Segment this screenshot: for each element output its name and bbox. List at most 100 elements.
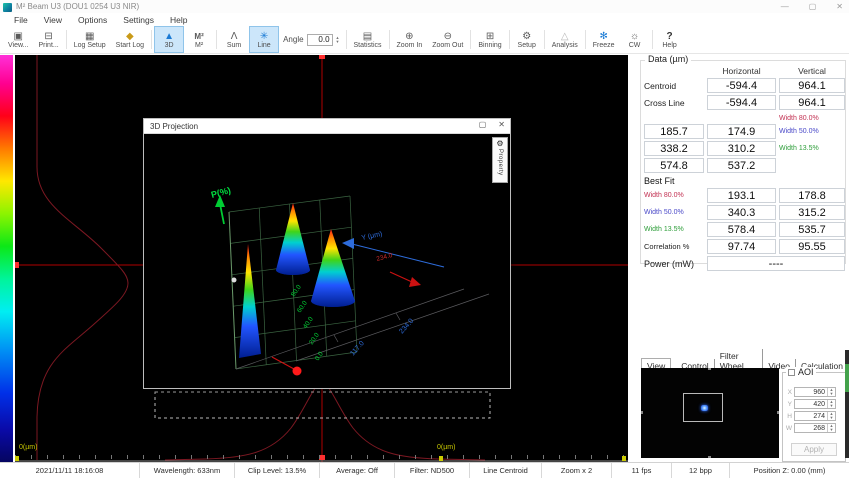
status-bar: 2021/11/11 18:16:08 Wavelength: 633nm Cl… xyxy=(0,462,849,478)
width-50-horizontal-value: 338.2 xyxy=(644,141,704,156)
ruler-origin-marker-left xyxy=(15,456,19,461)
aoi-h-input[interactable]: 274 ▲▼ xyxy=(794,411,836,421)
angle-control: Angle 0.0 ▲▼ xyxy=(279,26,343,53)
bf-label-width-13: Width 13.5% xyxy=(644,226,704,233)
bf-width-80-horizontal-value: 193.1 xyxy=(707,188,776,203)
aoi-h-stepper[interactable]: ▲▼ xyxy=(827,412,835,420)
width-13-horizontal-value: 574.8 xyxy=(644,158,704,173)
freeze-button[interactable]: ✻ Freeze xyxy=(588,26,620,53)
wall-projection-peak xyxy=(239,244,261,358)
print-button[interactable]: ⊟ Print... xyxy=(34,26,64,53)
correlation-horizontal-value: 97.74 xyxy=(707,239,776,254)
origin-red-line xyxy=(272,357,294,369)
row-label-cross-line: Cross Line xyxy=(644,98,704,108)
aoi-w-stepper[interactable]: ▲▼ xyxy=(827,424,835,432)
bf-width-50-vertical-value: 315.2 xyxy=(779,205,845,220)
aoi-fields: X 960 ▲▼ Y 420 ▲▼ H 274 ▲▼ W 268 ▲▼ xyxy=(785,387,836,433)
app-window: M² Beam U3 (DOU1 0254 U3 NIR) — ▢ ✕ File… xyxy=(0,0,849,478)
bf-width-50-horizontal-value: 340.3 xyxy=(707,205,776,220)
analysis-icon: △ xyxy=(561,31,569,42)
zoom-out-button[interactable]: ⊖ Zoom Out xyxy=(427,26,468,53)
right-scrollbar[interactable] xyxy=(845,350,849,458)
status-filter: Filter: ND500 xyxy=(395,463,470,478)
log-setup-button[interactable]: ▦ Log Setup xyxy=(69,26,111,53)
zoom-in-icon: ⊕ xyxy=(405,31,413,42)
svg-text:40.0: 40.0 xyxy=(302,315,315,330)
log-setup-icon: ▦ xyxy=(85,31,94,42)
x-axis-arrow-icon xyxy=(409,277,421,287)
aoi-w-input[interactable]: 268 ▲▼ xyxy=(794,423,836,433)
aoi-x-input[interactable]: 960 ▲▼ xyxy=(794,387,836,397)
data-group-title: Data (µm) xyxy=(645,54,691,64)
maximize-button[interactable]: ▢ xyxy=(809,2,817,11)
minimize-button[interactable]: — xyxy=(781,2,789,11)
x-tick-234: 234.0 xyxy=(398,318,415,336)
axis-handle-dot[interactable] xyxy=(232,278,237,283)
zoom-in-button[interactable]: ⊕ Zoom In xyxy=(392,26,428,53)
menu-options[interactable]: Options xyxy=(70,15,115,25)
3d-button[interactable]: ▲ 3D xyxy=(154,26,184,53)
status-position-z: Position Z: 0.00 (mm) xyxy=(730,463,849,478)
menu-view[interactable]: View xyxy=(36,15,70,25)
aoi-x-stepper[interactable]: ▲▼ xyxy=(827,388,835,396)
crosshair-left-marker[interactable] xyxy=(15,262,19,268)
gear-icon: ⚙ xyxy=(496,139,503,148)
app-icon xyxy=(3,3,12,12)
m2-button[interactable]: M² M² xyxy=(184,26,214,53)
setup-button[interactable]: ⚙ Setup xyxy=(512,26,542,53)
3d-icon: ▲ xyxy=(164,31,174,42)
right-scrollbar-thumb[interactable] xyxy=(845,364,849,392)
status-wavelength: Wavelength: 633nm xyxy=(140,463,235,478)
statistics-button[interactable]: ▤ Statistics xyxy=(349,26,387,53)
x-tick-117: 117.0 xyxy=(349,340,366,357)
row-label-width-80: Width 80.0% xyxy=(779,115,845,122)
help-button[interactable]: ? Help xyxy=(655,26,685,53)
aoi-apply-button[interactable]: Apply xyxy=(791,443,837,456)
y-axis-label: Y (µm) xyxy=(361,231,383,242)
status-line-centroid: Line Centroid xyxy=(470,463,542,478)
projection-close-button[interactable]: ✕ xyxy=(498,120,505,129)
menu-help[interactable]: Help xyxy=(162,15,195,25)
line-button[interactable]: ✳ Line xyxy=(249,26,279,53)
projection-maximize-button[interactable]: ▢ xyxy=(479,120,487,129)
bf-label-width-80: Width 80.0% xyxy=(644,192,704,199)
ruler-origin-marker-center xyxy=(439,456,443,461)
aoi-x-label: X xyxy=(785,389,792,396)
aoi-y-input[interactable]: 420 ▲▼ xyxy=(794,399,836,409)
origin-marker-dot[interactable] xyxy=(293,367,302,376)
bf-label-width-50: Width 50.0% xyxy=(644,209,704,216)
help-icon: ? xyxy=(667,31,673,42)
view-button[interactable]: ▣ View... xyxy=(3,26,34,53)
analysis-button[interactable]: △ Analysis xyxy=(547,26,583,53)
status-clip-level: Clip Level: 13.5% xyxy=(235,463,320,478)
row-label-centroid: Centroid xyxy=(644,81,704,91)
status-zoom: Zoom x 2 xyxy=(542,463,612,478)
cw-button[interactable]: ☼ CW xyxy=(620,26,650,53)
z-axis-line xyxy=(229,212,236,369)
cross-line-horizontal-value: -594.4 xyxy=(707,95,776,110)
width-80-vertical-value: 174.9 xyxy=(707,124,776,139)
angle-stepper[interactable]: ▲▼ xyxy=(336,36,340,44)
sum-button[interactable]: Λ Sum xyxy=(219,26,249,53)
aoi-title: AOI xyxy=(798,367,814,377)
camera-preview[interactable] xyxy=(641,368,779,458)
binning-button[interactable]: ⊞ Binning xyxy=(473,26,506,53)
preview-aoi-rect[interactable] xyxy=(683,393,723,422)
power-label: Power (mW) xyxy=(644,259,704,269)
width-80-horizontal-value: 185.7 xyxy=(644,124,704,139)
menu-settings[interactable]: Settings xyxy=(115,15,162,25)
best-fit-title: Best Fit xyxy=(644,176,845,186)
crosshair-top-marker[interactable] xyxy=(319,55,325,59)
projection-3d-scene[interactable]: P(%) 80.0 60.0 40.0 20.0 0.0 Y (µm) 234.… xyxy=(144,134,510,388)
angle-input[interactable]: 0.0 xyxy=(307,34,333,46)
menu-file[interactable]: File xyxy=(6,15,36,25)
preview-beam-spot xyxy=(701,405,708,411)
projection-title-bar[interactable]: 3D Projection ▢ ✕ xyxy=(144,119,510,134)
aoi-y-stepper[interactable]: ▲▼ xyxy=(827,400,835,408)
cw-icon: ☼ xyxy=(630,31,639,42)
start-log-button[interactable]: ◆ Start Log xyxy=(111,26,149,53)
close-button[interactable]: ✕ xyxy=(836,2,843,11)
aoi-checkbox[interactable] xyxy=(788,369,795,376)
property-tab[interactable]: ⚙ Property xyxy=(492,137,508,183)
setup-icon: ⚙ xyxy=(522,31,531,42)
